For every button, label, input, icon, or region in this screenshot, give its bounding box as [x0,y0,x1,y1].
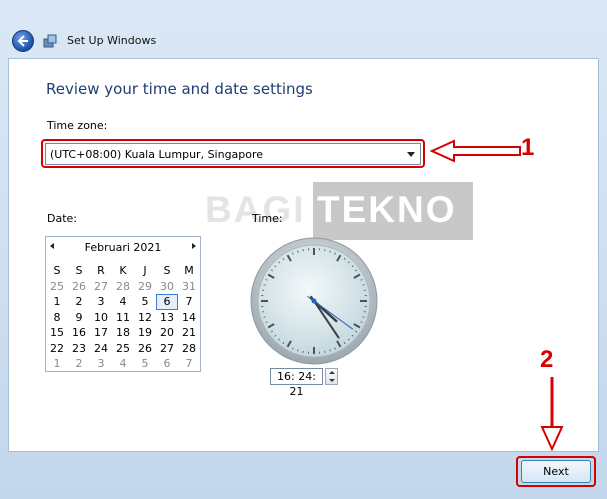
spin-up-icon[interactable] [329,371,335,374]
calendar-day[interactable]: 24 [90,341,112,357]
back-button[interactable] [12,30,34,52]
calendar-week-row: 8 9 10 11 12 13 14 [46,310,200,326]
calendar-day[interactable]: 5 [134,356,156,372]
page-title: Review your time and date settings [46,80,313,98]
calendar-day[interactable]: 4 [112,356,134,372]
analog-clock [250,237,378,365]
calendar-weekday-header: J [143,264,147,277]
calendar-day[interactable]: 26 [134,341,156,357]
calendar-day[interactable]: 3 [90,294,112,310]
calendar-weekday-row: SSRKJSM [46,263,200,279]
calendar-day[interactable]: 31 [178,279,200,295]
calendar-header: Februari 2021 [46,237,200,257]
calendar-grid: S S R K J S M 25 26 27 28 29 30 31 1 2 3 4 5 6 7 8 9 10 11 12 13 14… [46,263,200,372]
window-title: Set Up Windows [67,34,157,47]
calendar-weekday-header: S [53,264,61,277]
calendar-day[interactable]: 20 [156,325,178,341]
calendar-day[interactable]: 27 [156,341,178,357]
calendar-week-row: 1234567 [46,294,200,310]
calendar-day[interactable]: 29 [134,279,156,295]
calendar-day[interactable]: 19 [134,325,156,341]
annotation-arrow-down-icon [540,377,564,452]
calendar-day[interactable]: 4 [112,294,134,310]
calendar-day[interactable]: 7 [178,356,200,372]
calendar-week-row: 22 23 24 25 26 27 28 [46,341,200,357]
timezone-label: Time zone: [47,119,108,132]
time-spinner[interactable] [325,368,338,385]
calendar-day[interactable]: 13 [156,310,178,326]
calendar-day[interactable]: 12 [134,310,156,326]
calendar-weekday-header: R [97,264,105,277]
calendar: Februari 2021 S S R K J S M 25 26 27 28 29 30 31 1 2 3 4 5… [45,236,201,372]
calendar-day[interactable]: 3 [90,356,112,372]
calendar-day[interactable]: 9 [68,310,90,326]
calendar-day[interactable]: 17 [90,325,112,341]
footer-bar [8,452,599,492]
calendar-day[interactable]: 10 [90,310,112,326]
spin-down-icon[interactable] [329,379,335,382]
calendar-day[interactable]: 27 [90,279,112,295]
title-bar: Set Up Windows [0,0,607,58]
time-input[interactable]: 16: 24: 21 [270,368,323,398]
calendar-next-month-icon[interactable] [192,243,196,249]
annotation-marker-2: 2 [540,346,554,373]
calendar-day[interactable]: 1 [46,356,68,372]
calendar-day[interactable]: 5 [134,294,156,310]
calendar-day[interactable]: 16 [68,325,90,341]
calendar-day[interactable]: 14 [178,310,200,326]
calendar-day[interactable]: 6 [156,294,178,310]
calendar-month-title[interactable]: Februari 2021 [46,241,200,254]
calendar-day[interactable]: 28 [178,341,200,357]
clock-center [311,298,317,304]
watermark-part2: TEKNO [313,182,473,240]
calendar-weekday-header: S [163,264,171,277]
calendar-day[interactable]: 26 [68,279,90,295]
calendar-week-row: 1234567 [46,356,200,372]
calendar-day[interactable]: 25 [112,341,134,357]
calendar-week-row: 25 26 27 28 29 30 31 [46,279,200,295]
annotation-arrow-left-icon [430,139,521,163]
annotation-marker-1: 1 [521,134,535,161]
calendar-day[interactable]: 23 [68,341,90,357]
time-label: Time: [252,212,283,225]
annotation-box-timezone [41,139,425,168]
calendar-day[interactable]: 8 [46,310,68,326]
calendar-day[interactable]: 2 [68,356,90,372]
calendar-day[interactable]: 2 [68,294,90,310]
calendar-day[interactable]: 7 [178,294,200,310]
setup-windows-icon [43,34,57,48]
annotation-box-next [516,456,596,487]
calendar-day[interactable]: 22 [46,341,68,357]
calendar-day[interactable]: 21 [178,325,200,341]
calendar-day[interactable]: 11 [112,310,134,326]
calendar-day[interactable]: 15 [46,325,68,341]
calendar-weekday-header: S [75,264,83,277]
back-arrow-icon [17,35,28,47]
date-label: Date: [47,212,77,225]
calendar-weekday-header: M [184,264,194,277]
calendar-day[interactable]: 6 [156,356,178,372]
calendar-weekday-header: K [119,264,127,277]
calendar-day[interactable]: 25 [46,279,68,295]
calendar-day[interactable]: 30 [156,279,178,295]
calendar-day[interactable]: 18 [112,325,134,341]
calendar-week-row: 15 16 17 18 19 20 21 [46,325,200,341]
calendar-day[interactable]: 1 [46,294,68,310]
calendar-day[interactable]: 28 [112,279,134,295]
watermark-part1: BAGI [205,189,306,230]
